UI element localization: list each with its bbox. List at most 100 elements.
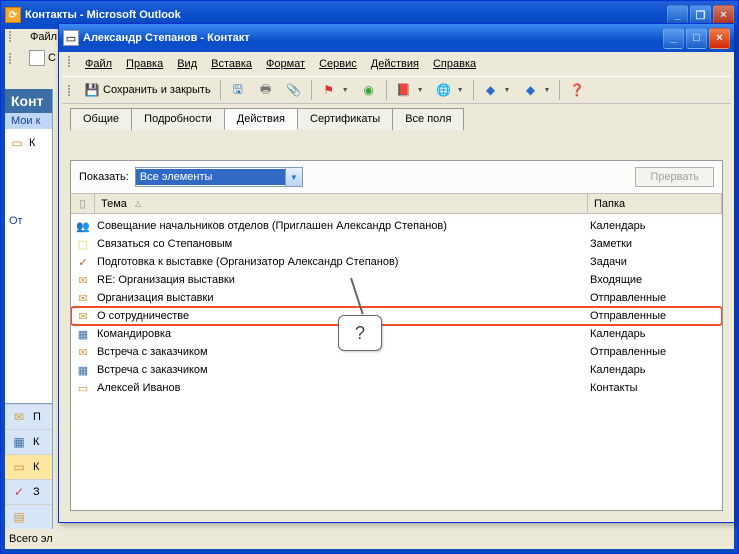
page-icon: ▯ [79, 197, 85, 210]
header-icon-col[interactable]: ▯ [71, 194, 95, 213]
print-icon: 🖶 [258, 82, 274, 98]
list-item[interactable]: ✉Встреча с заказчикомОтправленные [71, 343, 722, 361]
shortcuts-icon: ▤ [11, 509, 27, 525]
header-folder-col[interactable]: Папка [588, 194, 722, 213]
contact-folder-icon: ▭ [9, 135, 25, 151]
tab-certificates[interactable]: Сертификаты [297, 108, 393, 130]
list-item[interactable]: ▢ Связаться со СтепановымЗаметки [71, 235, 722, 253]
arrow-up-icon: ◆ [483, 82, 499, 98]
item-folder: Задачи [588, 256, 722, 268]
nav-mail-button[interactable]: ✉П [5, 404, 52, 429]
menu-help[interactable]: Справка [427, 56, 482, 72]
list-item[interactable]: 👥Совещание начальников отделов (Приглаше… [71, 217, 722, 235]
list-item[interactable]: ✓Подготовка к выставке (Организатор Алек… [71, 253, 722, 271]
attach-button[interactable]: 📎 [281, 79, 307, 101]
flag-icon: ⚑ [321, 82, 337, 98]
contact-maximize-button[interactable]: □ [686, 28, 707, 49]
calendar-icon: ▦ [75, 327, 91, 341]
addressbook-icon: 📕 [396, 82, 412, 98]
task-icon: ✓ [75, 255, 91, 269]
menu-insert[interactable]: Вставка [205, 56, 258, 72]
status-text: Всего эл [9, 533, 53, 545]
item-folder: Входящие [588, 274, 722, 286]
item-folder: Заметки [588, 238, 722, 250]
nav-tasks-button[interactable]: ✓З [5, 479, 52, 504]
contact-card-icon [29, 50, 45, 66]
category-button[interactable]: ◉ [356, 79, 382, 101]
disk-icon: 🖫 [230, 82, 246, 98]
main-menu-file[interactable]: Файл [30, 31, 57, 43]
dropdown-icon: ▼ [457, 87, 464, 94]
item-subject: Алексей Иванов [95, 382, 588, 394]
contacts-icon: ▭ [11, 459, 27, 475]
menu-view[interactable]: Вид [171, 56, 203, 72]
menu-service[interactable]: Сервис [313, 56, 363, 72]
menu-edit[interactable]: Правка [120, 56, 169, 72]
help-button[interactable]: ❓ [564, 79, 590, 101]
nav-contacts-item[interactable]: ▭ К [9, 133, 48, 153]
question-mark: ? [355, 323, 365, 344]
list-header: ▯ Тема △ Папка [71, 193, 722, 214]
contact-close-button[interactable]: × [709, 28, 730, 49]
header-subject-col[interactable]: Тема △ [95, 194, 588, 213]
tab-general[interactable]: Общие [70, 108, 132, 130]
menu-format[interactable]: Формат [260, 56, 311, 72]
item-subject: Организация выставки [95, 292, 588, 304]
show-combo[interactable]: Все элементы ▼ [135, 167, 303, 187]
mail-in-icon: ✉ [75, 273, 91, 287]
tab-actions[interactable]: Действия [224, 108, 298, 130]
navigation-pane: Конт Мои к ▭ К От ✉П ▦К ▭К ✓З ▤ [5, 89, 53, 529]
show-combo-value: Все элементы [136, 169, 285, 185]
map-button[interactable]: 🌐▼ [431, 79, 469, 101]
contact-minimize-button[interactable]: _ [663, 28, 684, 49]
outlook-icon: ⟳ [5, 7, 21, 23]
dropdown-icon: ▼ [417, 87, 424, 94]
save-and-close-button[interactable]: 💾 Сохранить и закрыть [79, 79, 216, 101]
print-button[interactable]: 🖶 [253, 79, 279, 101]
flag-button[interactable]: ⚑▼ [316, 79, 354, 101]
stop-button: Прервать [635, 167, 714, 187]
list-item[interactable]: ▭Алексей ИвановКонтакты [71, 379, 722, 397]
dropdown-icon: ▼ [543, 87, 550, 94]
tasks-icon: ✓ [11, 484, 27, 500]
item-folder: Отправленные [588, 292, 722, 304]
list-body: 👥Совещание начальников отделов (Приглаше… [71, 217, 722, 510]
filter-row: Показать: Все элементы ▼ Прервать [71, 161, 722, 193]
note-icon: ▢ [75, 237, 91, 251]
addressbook-button[interactable]: 📕▼ [391, 79, 429, 101]
tab-all-fields[interactable]: Все поля [392, 108, 464, 130]
show-label: Показать: [79, 171, 129, 183]
item-folder: Календарь [588, 364, 722, 376]
contact-title: Александр Степанов - Контакт [83, 32, 250, 44]
tab-details[interactable]: Подробности [131, 108, 225, 130]
main-title: Контакты - Microsoft Outlook [25, 9, 181, 21]
prev-item-button[interactable]: ◆▼ [478, 79, 516, 101]
mail-out-icon: ✉ [75, 291, 91, 305]
list-item[interactable]: ✉ Организация выставкиОтправленные [71, 289, 722, 307]
arrow-down-icon: ◆ [522, 82, 538, 98]
main-toolbar-new[interactable]: С [24, 47, 61, 69]
next-item-button[interactable]: ◆▼ [517, 79, 555, 101]
nav-contacts-button[interactable]: ▭К [5, 454, 52, 479]
circle-icon: ◉ [361, 82, 377, 98]
item-folder: Календарь [588, 328, 722, 340]
menu-actions[interactable]: Действия [365, 56, 425, 72]
dropdown-icon: ▼ [504, 87, 511, 94]
tab-strip: Общие Подробности Действия Сертификаты В… [62, 104, 731, 130]
contact-titlebar[interactable]: ▭ Александр Степанов - Контакт _ □ × [59, 24, 734, 52]
contact-menubar: Файл Правка Вид Вставка Формат Сервис Де… [62, 52, 731, 76]
list-item[interactable]: ✉О сотрудничествеОтправленные [71, 307, 722, 325]
nav-calendar-button[interactable]: ▦К [5, 429, 52, 454]
nav-more-button[interactable]: ▤ [5, 504, 52, 529]
combo-dropdown-button[interactable]: ▼ [285, 168, 302, 186]
sort-asc-icon: △ [135, 199, 141, 208]
list-item[interactable]: ▦Встреча с заказчикомКалендарь [71, 361, 722, 379]
save-button[interactable]: 🖫 [225, 79, 251, 101]
list-item[interactable]: ▦КомандировкаКалендарь [71, 325, 722, 343]
contact-icon: ▭ [75, 381, 91, 395]
contact-toolbar: 💾 Сохранить и закрыть 🖫 🖶 📎 ⚑▼ ◉ 📕▼ 🌐▼ ◆… [62, 76, 731, 104]
item-subject: Связаться со Степановым [95, 238, 588, 250]
list-item[interactable]: ✉RE: Организация выставкиВходящие [71, 271, 722, 289]
current-view-label: От [9, 213, 48, 229]
menu-file[interactable]: Файл [79, 56, 118, 72]
